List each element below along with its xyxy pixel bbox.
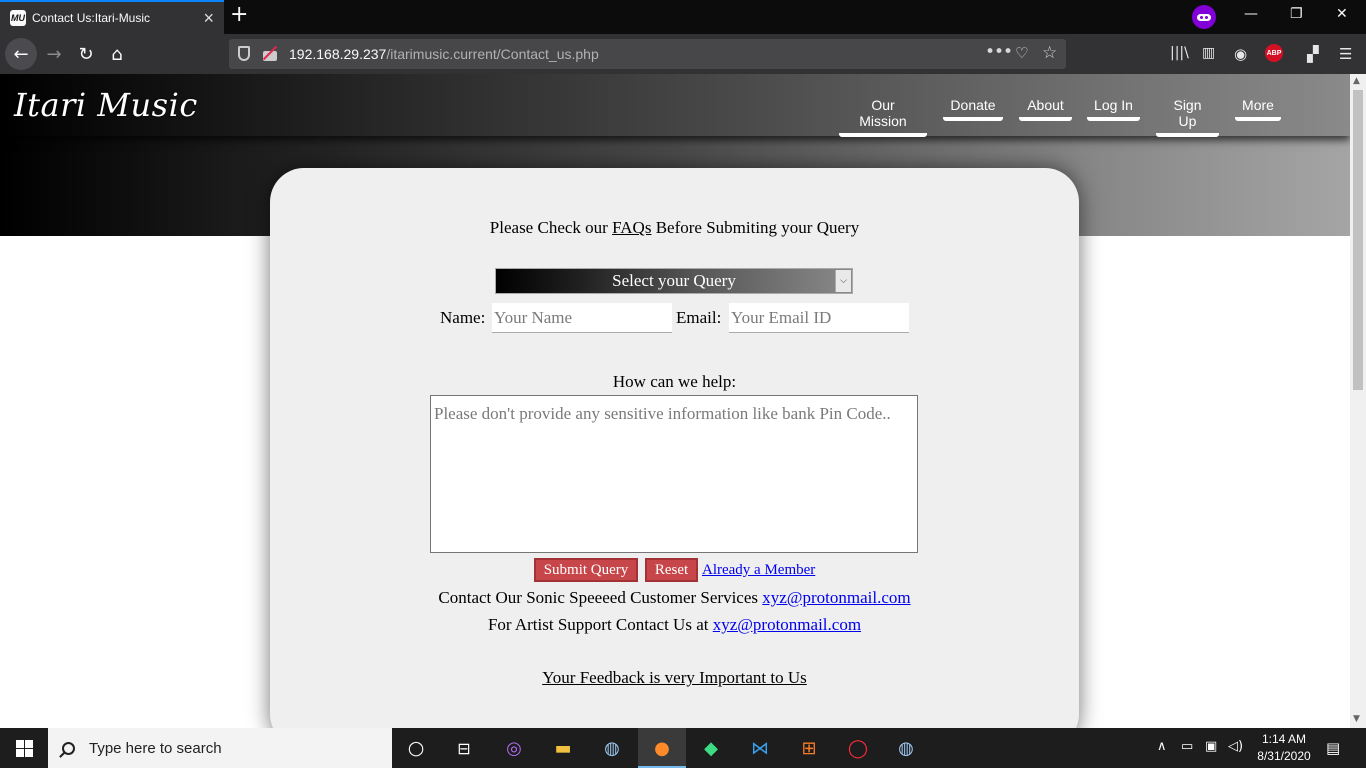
url-bar[interactable]: 192.168.29.237/itarimusic.current/Contac… <box>229 39 1066 69</box>
already-member-link[interactable]: Already a Member <box>702 562 815 579</box>
taskbar-search-placeholder: Type here to search <box>89 739 222 757</box>
restore-icon[interactable]: ❐ <box>1290 6 1303 22</box>
clock-time: 1:14 AM <box>1261 732 1307 746</box>
browser-tab-active[interactable]: MU Contact Us:Itari-Music × <box>0 0 224 34</box>
forward-arrow-icon[interactable]: → <box>41 42 67 66</box>
nav-donate[interactable]: Donate <box>943 97 1003 121</box>
taskbar-search-box[interactable]: Type here to search <box>48 728 392 768</box>
battery-icon[interactable]: ▭ <box>1181 739 1193 754</box>
customer-services-email-link[interactable]: xyz@protonmail.com <box>762 588 910 607</box>
task-view-icon[interactable]: ⊟ <box>450 734 478 762</box>
windows-start-icon[interactable] <box>0 728 48 768</box>
faq-prefix: Please Check our <box>489 218 613 237</box>
url-text[interactable]: 192.168.29.237/itarimusic.current/Contac… <box>289 46 599 62</box>
email-input[interactable] <box>729 303 909 333</box>
url-path: /itarimusic.current/Contact_us.php <box>386 46 599 62</box>
browser-nav-bar: ← → ↻ ⌂ 192.168.29.237/itarimusic.curren… <box>0 34 1366 74</box>
notifications-icon[interactable]: ▤ <box>1326 739 1340 757</box>
customer-services-text: Contact Our Sonic Speeeed Customer Servi… <box>438 588 763 607</box>
scroll-up-icon[interactable]: ▲ <box>1353 76 1360 86</box>
steam-icon-2[interactable]: ◍ <box>892 734 920 762</box>
podcast-app-icon[interactable]: ◎ <box>500 734 528 762</box>
url-host: 192.168.29.237 <box>289 46 387 62</box>
minimize-icon[interactable]: — <box>1244 6 1258 22</box>
reset-button[interactable]: Reset <box>645 558 698 582</box>
tray-chevron-up-icon[interactable]: ∧ <box>1157 739 1167 754</box>
help-label: How can we help: <box>612 372 737 391</box>
menu-hamburger-icon[interactable]: ☰ <box>1339 45 1352 63</box>
firefox-icon[interactable]: ● <box>648 734 676 762</box>
reload-icon[interactable]: ↻ <box>73 42 99 66</box>
browser-tab-bar: MU Contact Us:Itari-Music × + — ❐ ✕ <box>0 0 1366 34</box>
help-textarea[interactable] <box>430 395 918 553</box>
close-window-icon[interactable]: ✕ <box>1336 6 1348 22</box>
site-header: Itari Music Our Mission Donate About Log… <box>0 74 1350 137</box>
artist-support-text: For Artist Support Contact Us at <box>487 615 713 634</box>
nav-log-in[interactable]: Log In <box>1087 97 1140 121</box>
android-studio-icon[interactable]: ◆ <box>697 734 725 762</box>
cortana-icon[interactable]: ○ <box>402 734 430 762</box>
page-viewport: Itari Music Our Mission Donate About Log… <box>0 74 1350 728</box>
steam-icon[interactable]: ◍ <box>598 734 626 762</box>
scrollbar-thumb[interactable] <box>1353 90 1363 390</box>
nav-our-mission[interactable]: Our Mission <box>839 97 927 137</box>
faq-suffix: Before Submiting your Query <box>651 218 860 237</box>
sidebar-icon[interactable]: ▥ <box>1202 45 1215 61</box>
email-label: Email: <box>676 308 722 327</box>
contact-form-card: Please Check our FAQs Before Submiting y… <box>270 168 1079 728</box>
clock-date: 8/31/2020 <box>1257 749 1311 763</box>
xampp-icon[interactable]: ⊞ <box>795 734 823 762</box>
name-label: Name: <box>440 308 486 327</box>
faq-link[interactable]: FAQs <box>612 218 651 237</box>
private-browsing-icon <box>1192 5 1216 29</box>
extensions-icon[interactable]: ▞ <box>1307 45 1319 63</box>
home-icon[interactable]: ⌂ <box>104 42 130 66</box>
account-icon[interactable]: ◉ <box>1234 45 1247 63</box>
nav-sign-up[interactable]: Sign Up <box>1156 97 1219 137</box>
windows-taskbar: Type here to search ○ ⊟ ◎ ▬ ◍ ● ◆ ⋈ ⊞ ◯ … <box>0 728 1366 768</box>
vscode-icon[interactable]: ⋈ <box>746 734 774 762</box>
pocket-icon[interactable]: ♡ <box>1015 44 1028 62</box>
library-icon[interactable]: |||\ <box>1170 45 1189 61</box>
site-favicon-icon: MU <box>10 10 26 26</box>
artist-support-line: For Artist Support Contact Us at xyz@pro… <box>270 615 1079 635</box>
artist-support-email-link[interactable]: xyz@protonmail.com <box>713 615 861 634</box>
tab-title: Contact Us:Itari-Music <box>32 11 151 25</box>
submit-query-button[interactable]: Submit Query <box>534 558 638 582</box>
site-logo[interactable]: Itari Music <box>14 86 198 124</box>
volume-icon[interactable]: ◁) <box>1228 739 1243 754</box>
page-scrollbar[interactable]: ▲ ▼ <box>1350 74 1366 728</box>
insecure-lock-icon[interactable] <box>262 45 278 61</box>
adblock-plus-icon[interactable]: ABP <box>1265 44 1283 62</box>
file-explorer-icon[interactable]: ▬ <box>549 734 577 762</box>
nav-about[interactable]: About <box>1019 97 1072 121</box>
page-actions-icon[interactable]: ••• <box>985 42 1013 62</box>
back-arrow-icon[interactable]: ← <box>5 38 37 70</box>
new-tab-icon[interactable]: + <box>230 2 248 27</box>
chevron-down-icon[interactable]: ⌵ <box>835 270 851 292</box>
faq-notice: Please Check our FAQs Before Submiting y… <box>270 218 1079 238</box>
feedback-link[interactable]: Your Feedback is very Important to Us <box>270 668 1079 688</box>
name-input[interactable] <box>492 303 672 333</box>
opera-icon[interactable]: ◯ <box>844 734 872 762</box>
nav-more[interactable]: More <box>1235 97 1281 121</box>
close-tab-icon[interactable]: × <box>203 8 214 29</box>
bookmark-star-icon[interactable]: ☆ <box>1042 43 1057 63</box>
query-select-value: Select your Query <box>612 271 736 290</box>
taskbar-clock[interactable]: 1:14 AM 8/31/2020 <box>1244 731 1324 765</box>
search-icon <box>62 741 75 755</box>
customer-services-line: Contact Our Sonic Speeeed Customer Servi… <box>270 588 1079 608</box>
query-type-select[interactable]: Select your Query ⌵ <box>495 268 853 294</box>
scroll-down-icon[interactable]: ▼ <box>1353 714 1360 724</box>
tracking-shield-icon[interactable] <box>238 46 250 61</box>
network-icon[interactable]: ▣ <box>1205 739 1217 754</box>
